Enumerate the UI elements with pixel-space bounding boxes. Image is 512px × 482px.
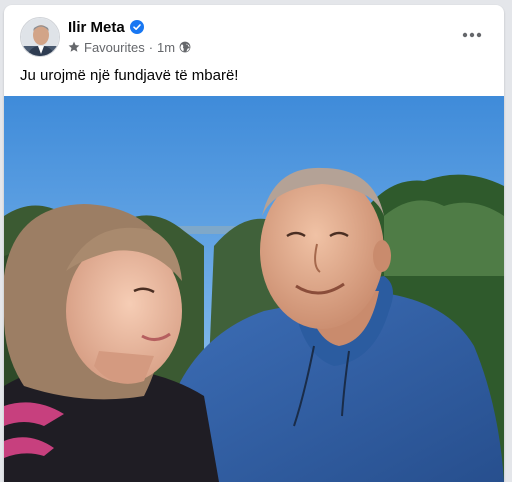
author-name[interactable]: Ilir Meta [68, 19, 125, 36]
post-card: Ilir Meta Favourites · 1m Ju urojmë një … [4, 5, 504, 482]
avatar-image [21, 18, 59, 56]
photo-image [4, 96, 504, 482]
more-horizontal-icon [462, 32, 482, 38]
post-timestamp[interactable]: 1m [157, 40, 175, 55]
post-text: Ju urojmë një fundjavë të mbarë! [20, 67, 239, 84]
globe-icon[interactable] [179, 41, 191, 53]
post-photo[interactable] [4, 96, 504, 482]
author-row: Ilir Meta [68, 17, 144, 37]
author-avatar[interactable] [20, 17, 60, 57]
star-icon [68, 41, 80, 53]
post-meta: Favourites · 1m [68, 39, 191, 55]
verified-badge-icon [129, 20, 144, 34]
more-options-button[interactable] [454, 23, 490, 47]
post-header: Ilir Meta Favourites · 1m [4, 5, 504, 63]
meta-separator: · [148, 39, 154, 55]
audience-label[interactable]: Favourites [84, 40, 145, 55]
